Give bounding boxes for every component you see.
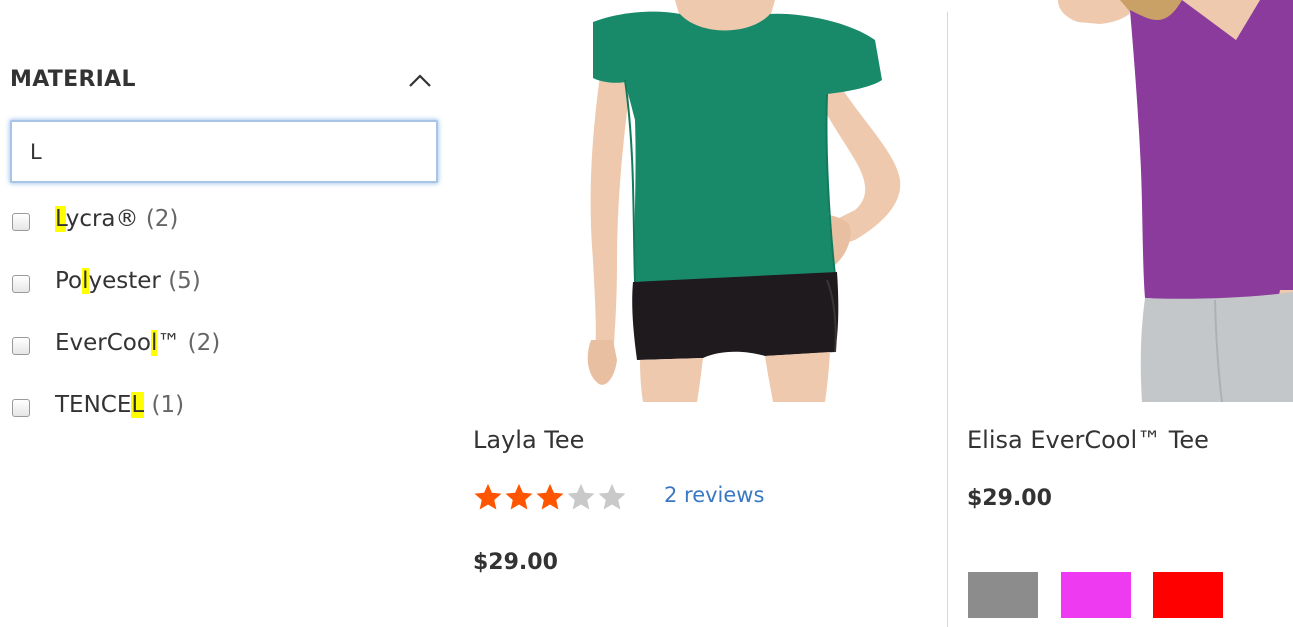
filter-option-tencel[interactable]: TENCEL (1)	[10, 392, 440, 454]
filter-title: MATERIAL	[10, 67, 136, 92]
product-name-layla-tee[interactable]: Layla Tee	[473, 426, 584, 454]
star-icon	[598, 483, 626, 510]
material-search-input[interactable]	[10, 120, 438, 183]
option-label: TENCEL (1)	[55, 392, 185, 418]
color-swatch-gray[interactable]	[968, 572, 1038, 618]
material-options: Lycra® (2) Polyester (5) EverCool™ (2) T…	[10, 206, 440, 454]
checkbox[interactable]	[12, 275, 30, 293]
option-label: Lycra® (2)	[55, 206, 179, 232]
product-image-elisa-evercool-tee[interactable]	[960, 0, 1293, 402]
product-name-elisa-evercool-tee[interactable]: Elisa EverCool™ Tee	[967, 426, 1209, 454]
filter-header[interactable]: MATERIAL	[10, 60, 440, 100]
checkbox[interactable]	[12, 399, 30, 417]
star-icon	[505, 483, 533, 510]
star-icon	[536, 483, 564, 510]
product-price: $29.00	[473, 550, 558, 575]
filter-option-lycra[interactable]: Lycra® (2)	[10, 206, 440, 268]
product-photo	[1058, 0, 1293, 402]
product-photo	[587, 0, 901, 402]
checkbox[interactable]	[12, 337, 30, 355]
color-swatch-magenta[interactable]	[1061, 572, 1131, 618]
star-icon	[474, 483, 502, 510]
product-divider	[947, 12, 948, 627]
filter-option-evercool[interactable]: EverCool™ (2)	[10, 330, 440, 392]
chevron-up-icon[interactable]	[407, 72, 433, 88]
color-swatch-red[interactable]	[1153, 572, 1223, 618]
product-price: $29.00	[967, 486, 1052, 511]
filter-option-polyester[interactable]: Polyester (5)	[10, 268, 440, 330]
product-image-layla-tee[interactable]	[475, 0, 935, 402]
option-label: Polyester (5)	[55, 268, 201, 294]
material-filter: MATERIAL Lycra® (2) Polyester (5) EverCo…	[10, 60, 440, 418]
rating-stars	[473, 479, 628, 515]
star-icon	[567, 483, 595, 510]
checkbox[interactable]	[12, 213, 30, 231]
reviews-link[interactable]: 2 reviews	[664, 483, 764, 507]
option-label: EverCool™ (2)	[55, 330, 221, 356]
